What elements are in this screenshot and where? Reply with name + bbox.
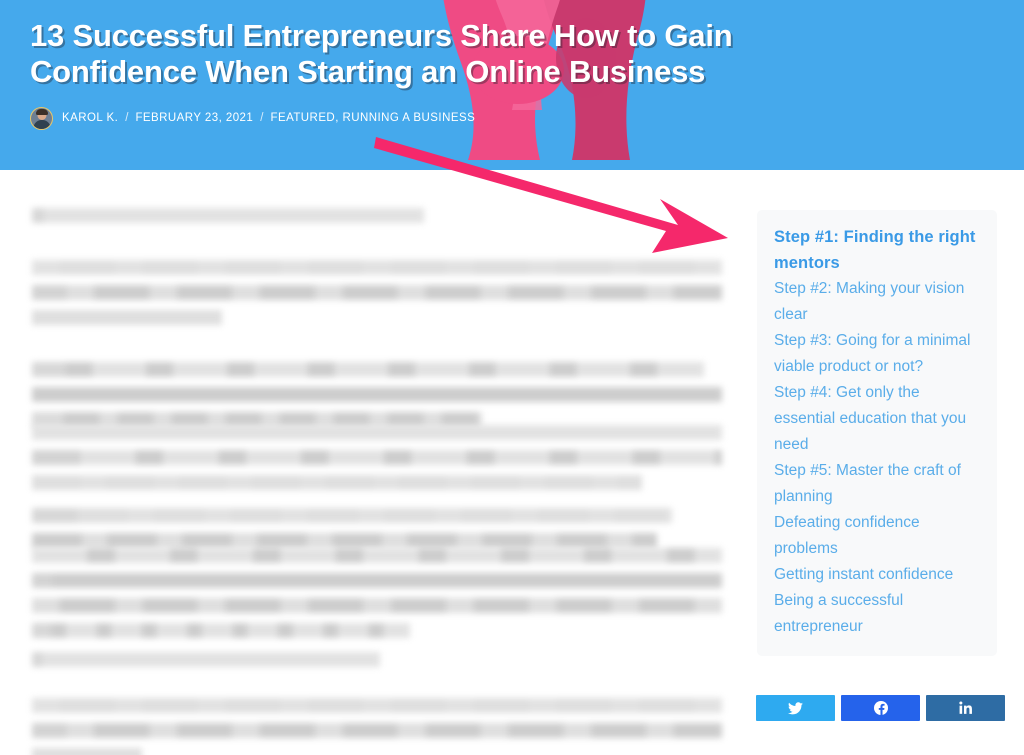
post-categories[interactable]: FEATURED, RUNNING A BUSINESS <box>270 112 475 124</box>
redacted-text-line <box>32 208 424 223</box>
redacted-text-line <box>32 285 722 300</box>
redacted-text-line <box>32 623 410 638</box>
share-facebook-button[interactable] <box>841 695 920 721</box>
redacted-text-line <box>32 362 704 377</box>
redacted-text-line <box>32 598 722 613</box>
post-hero-header: 13 Successful Entrepreneurs Share How to… <box>0 0 1024 170</box>
redacted-text-line <box>32 387 722 402</box>
toc-link-list: Step #1: Finding the right mentors Step #… <box>774 224 980 640</box>
page-root: 13 Successful Entrepreneurs Share How to… <box>0 0 1024 755</box>
facebook-icon <box>873 701 888 715</box>
redacted-text-line <box>32 450 722 465</box>
redacted-text-line <box>32 260 722 275</box>
table-of-contents: Step #1: Finding the right mentors Step #… <box>757 210 997 656</box>
redacted-text-line <box>32 533 657 548</box>
redacted-text-line <box>32 652 380 667</box>
toc-link-4[interactable]: Step #4: Get only the essential educatio… <box>774 380 980 458</box>
redacted-text-line <box>32 475 642 490</box>
toc-link-5[interactable]: Step #5: Master the craft of planning <box>774 458 980 510</box>
article-body <box>0 170 735 755</box>
publish-date: FEBRUARY 23, 2021 <box>135 112 254 124</box>
toc-link-8[interactable]: Being a successful entrepreneur <box>774 588 980 640</box>
toc-link-1[interactable]: Step #1: Finding the right mentors <box>774 224 980 276</box>
post-meta: KAROL K. / FEBRUARY 23, 2021 / FEATURED,… <box>30 106 475 130</box>
social-share-bar <box>756 695 1006 721</box>
meta-separator-2: / <box>260 112 264 124</box>
linkedin-icon <box>958 701 972 714</box>
redacted-text-line <box>32 508 672 523</box>
redacted-text-line <box>32 573 722 588</box>
share-twitter-button[interactable] <box>756 695 835 721</box>
redacted-text-line <box>32 723 722 738</box>
redacted-text-line <box>32 698 722 713</box>
twitter-icon <box>788 701 803 714</box>
hero-content: 13 Successful Entrepreneurs Share How to… <box>30 0 910 170</box>
toc-link-7[interactable]: Getting instant confidence <box>774 562 980 588</box>
toc-link-6[interactable]: Defeating confidence problems <box>774 510 980 562</box>
redacted-text-line <box>32 425 722 440</box>
redacted-text-line <box>32 548 722 563</box>
toc-link-3[interactable]: Step #3: Going for a minimal viable prod… <box>774 328 980 380</box>
share-linkedin-button[interactable] <box>926 695 1005 721</box>
page-title: 13 Successful Entrepreneurs Share How to… <box>30 18 733 89</box>
redacted-text-line <box>32 310 222 325</box>
avatar <box>30 106 53 130</box>
toc-link-2[interactable]: Step #2: Making your vision clear <box>774 276 980 328</box>
meta-separator-1: / <box>125 112 129 124</box>
redacted-text-line <box>32 748 142 755</box>
author-name[interactable]: KAROL K. <box>62 112 118 124</box>
